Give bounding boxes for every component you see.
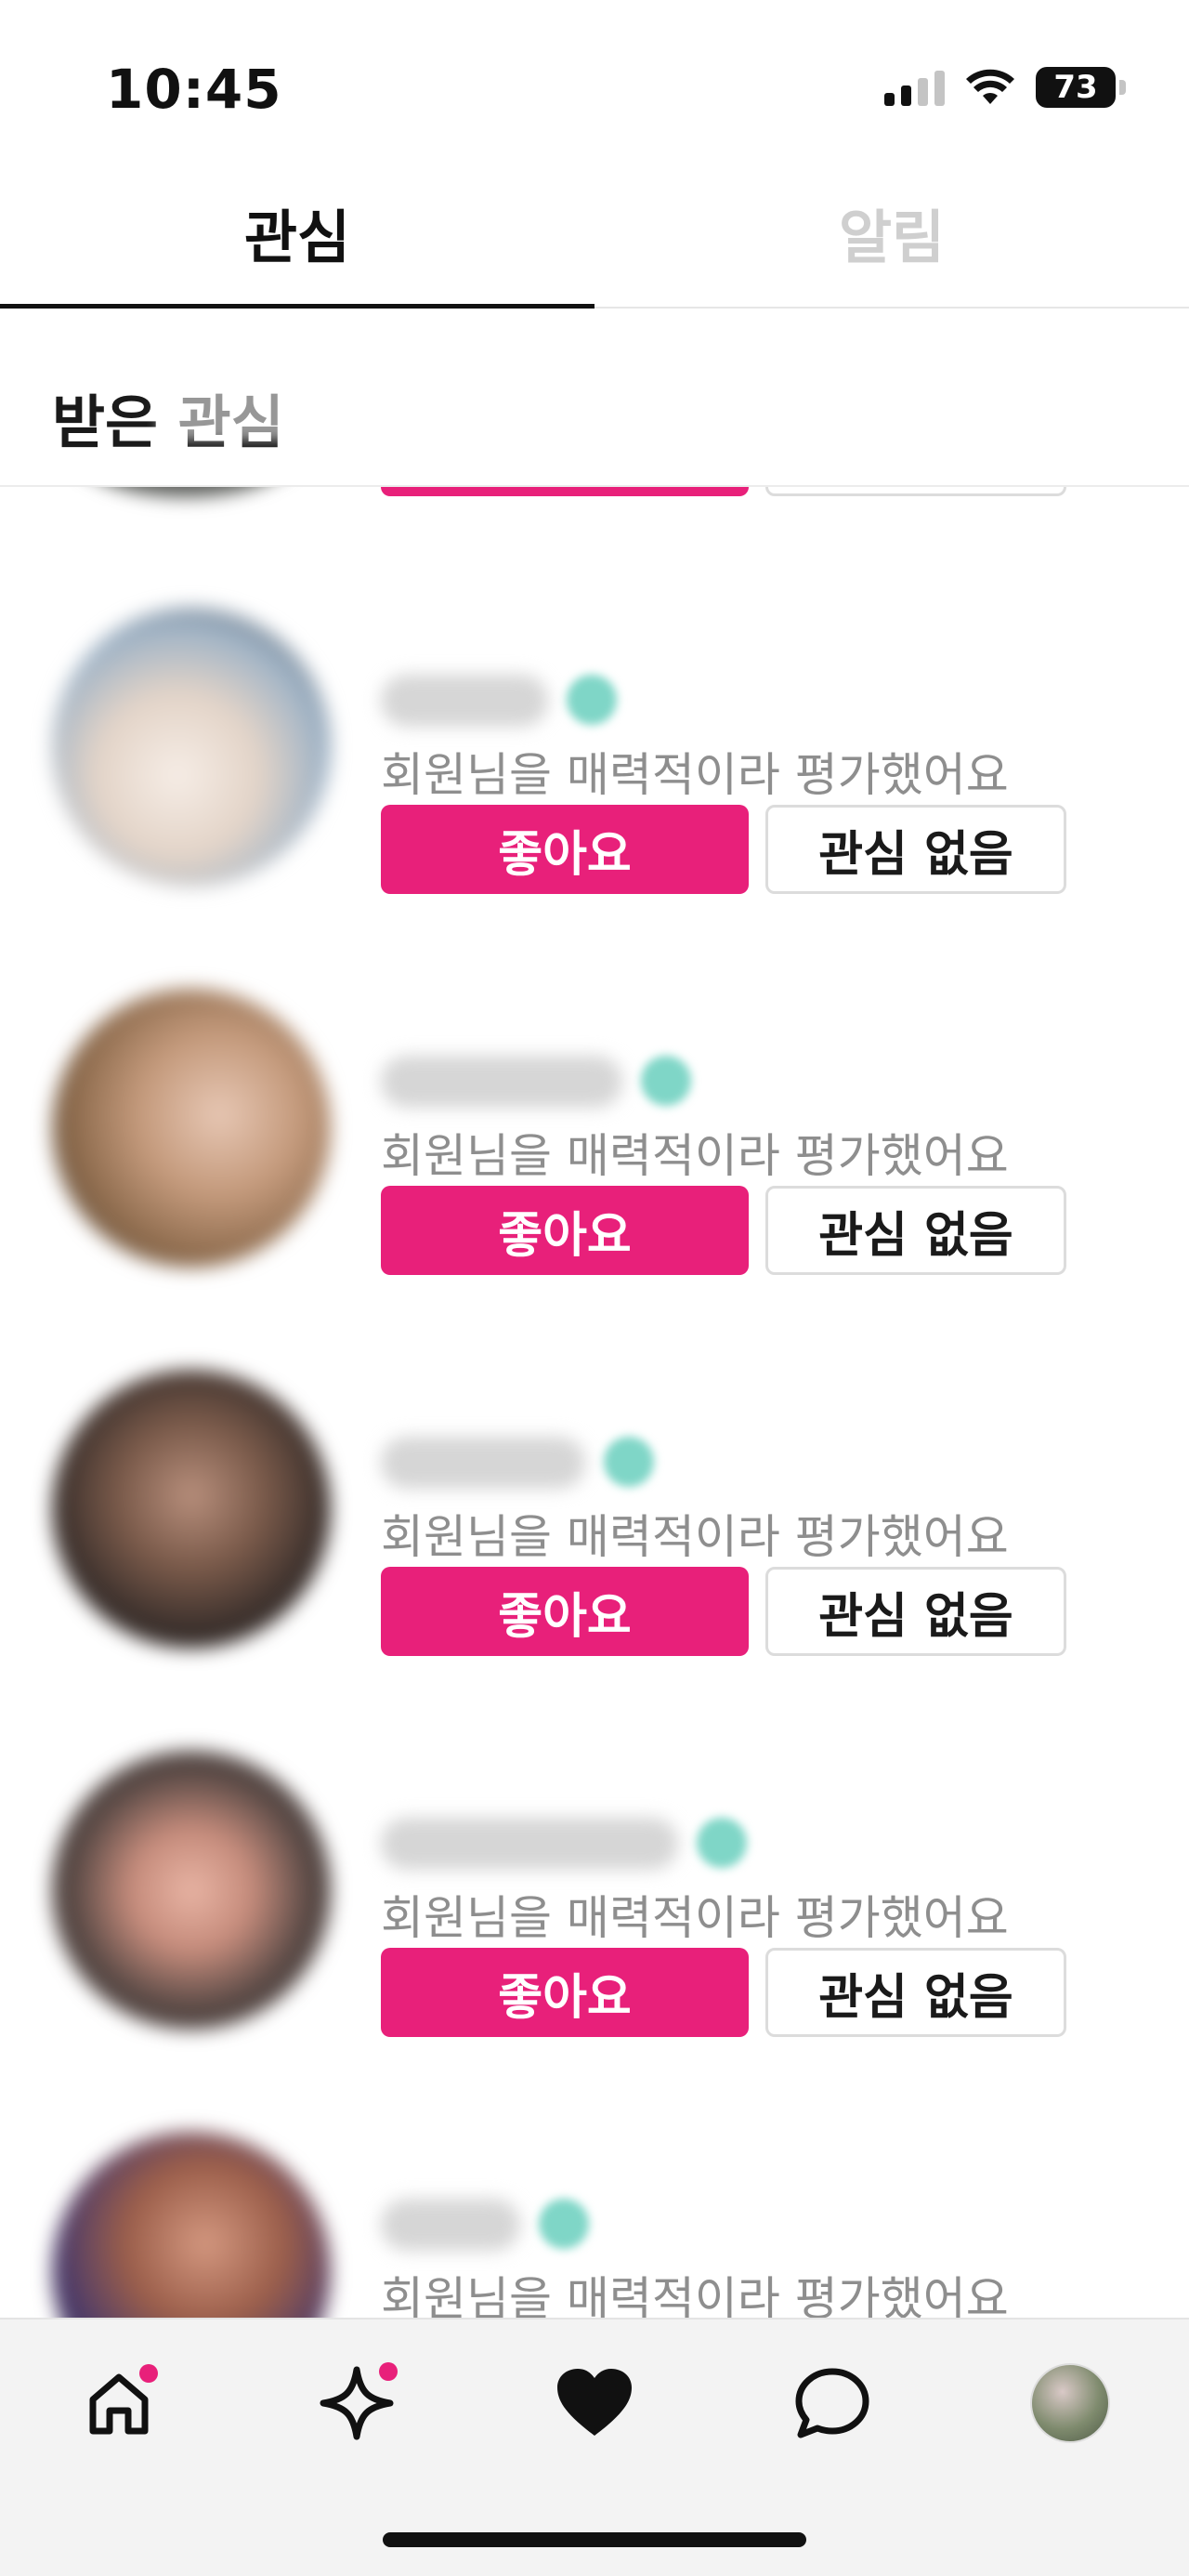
like-button[interactable]: 좋아요 [381, 1567, 749, 1656]
avatar[interactable] [52, 1751, 331, 2030]
interest-description: 회원님을 매력적이라 평가했어요 [381, 1510, 1009, 1564]
blurred-username [381, 1056, 622, 1108]
interest-description: 회원님을 매력적이라 평가했어요 [381, 748, 1009, 802]
nav-discover[interactable] [310, 2357, 403, 2450]
home-indicator [383, 2532, 806, 2547]
interest-description: 회원님을 매력적이라 평가했어요 [381, 1129, 1009, 1183]
battery-level: 73 [1053, 69, 1098, 106]
like-button[interactable]: 좋아요 [381, 1948, 749, 2037]
status-bar: 10:45 73 [0, 0, 1189, 177]
tab-notifications[interactable]: 알림 [594, 177, 1189, 307]
like-button[interactable]: 좋아요 [381, 805, 749, 894]
interest-description: 회원님을 매력적이라 평가했어요 [381, 2272, 1009, 2318]
chat-bubble-icon [795, 2368, 869, 2438]
received-interest-list[interactable]: 회원님을 매력적이라 평가했어요 좋아요 관심 없음 회원님을 매력적이라 평가… [0, 487, 1189, 2318]
verified-badge [697, 1818, 747, 1868]
blurred-username [381, 675, 548, 727]
cellular-signal-icon [884, 69, 945, 106]
status-time: 10:45 [106, 58, 282, 121]
battery-cap [1119, 80, 1126, 95]
tab-bar: 관심 알림 [0, 177, 1189, 309]
nav-interest[interactable] [548, 2357, 641, 2450]
nav-home[interactable] [72, 2357, 165, 2450]
blurred-username [381, 2199, 520, 2251]
verified-badge [539, 2199, 589, 2249]
notification-badge [139, 2364, 158, 2383]
profile-avatar [1030, 2363, 1110, 2443]
verified-badge [604, 1437, 654, 1487]
blurred-username [381, 1437, 585, 1489]
avatar[interactable] [52, 989, 331, 1268]
header-blur-overlay [158, 366, 297, 440]
list-item: 회원님을 매력적이라 평가했어요 좋아요 관심 없음 [0, 1751, 1189, 2132]
list-item: 회원님을 매력적이라 평가했어요 [0, 2132, 1189, 2318]
avatar[interactable] [52, 608, 331, 887]
wifi-icon [966, 69, 1014, 104]
list-item: 회원님을 매력적이라 평가했어요 좋아요 관심 없음 [0, 989, 1189, 1370]
heart-icon [557, 2369, 632, 2436]
avatar[interactable] [52, 2132, 331, 2318]
list-item: 회원님을 매력적이라 평가했어요 좋아요 관심 없음 [0, 608, 1189, 989]
pass-button[interactable] [765, 487, 1066, 496]
blurred-username [381, 1818, 678, 1870]
tab-interest[interactable]: 관심 [0, 177, 594, 309]
pass-button[interactable]: 관심 없음 [765, 1948, 1066, 2037]
pass-button[interactable]: 관심 없음 [765, 1567, 1066, 1656]
avatar[interactable] [65, 487, 307, 496]
battery-icon: 73 [1036, 67, 1116, 108]
status-icons: 73 [884, 67, 1126, 108]
nav-profile[interactable] [1024, 2357, 1117, 2450]
like-button[interactable] [381, 487, 749, 496]
pass-button[interactable]: 관심 없음 [765, 805, 1066, 894]
notification-badge [379, 2362, 398, 2381]
section-header: 받은 관심 [0, 310, 1189, 487]
nav-chat[interactable] [786, 2357, 879, 2450]
interest-description: 회원님을 매력적이라 평가했어요 [381, 1891, 1009, 1945]
verified-badge [567, 675, 617, 725]
like-button[interactable]: 좋아요 [381, 1186, 749, 1275]
pass-button[interactable]: 관심 없음 [765, 1186, 1066, 1275]
avatar[interactable] [52, 1370, 331, 1649]
list-item: 회원님을 매력적이라 평가했어요 좋아요 관심 없음 [0, 1370, 1189, 1751]
verified-badge [641, 1056, 691, 1106]
